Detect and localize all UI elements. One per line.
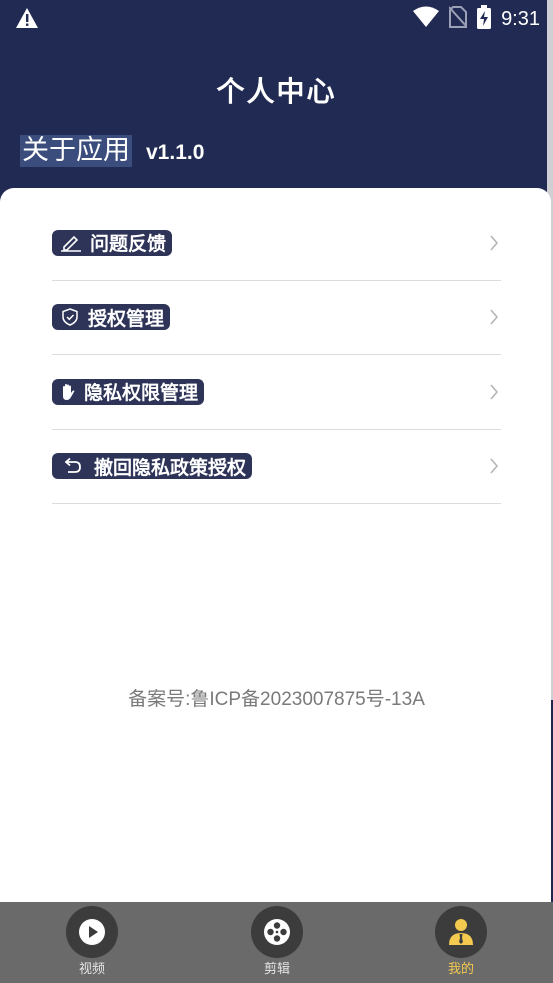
page-title: 个人中心: [216, 75, 337, 108]
tab-mine[interactable]: 我的: [369, 902, 553, 983]
about-app[interactable]: 关于应用 v1.1.0: [20, 135, 204, 167]
content-card: 问题反馈 授权管理 隐私权限管理 撤回隐私政策授权 备案号:鲁ICP备20230…: [0, 188, 551, 902]
tab-label: 我的: [447, 962, 474, 977]
tab-video[interactable]: 视频: [0, 902, 184, 983]
user-icon: [449, 919, 473, 945]
status-bar: 9:31: [0, 0, 553, 40]
menu-item-label: 问题反馈: [90, 233, 167, 256]
shield-icon: [62, 308, 78, 327]
about-app-label[interactable]: 关于应用: [20, 135, 132, 167]
play-icon: [79, 919, 105, 945]
app-version: v1.1.0: [146, 141, 205, 164]
tab-icon-circle: [66, 906, 118, 958]
menu-item-pill: 授权管理: [52, 304, 171, 331]
battery-charging-icon: [477, 5, 492, 33]
menu-item-authorization[interactable]: 授权管理: [52, 281, 501, 355]
chevron-right-icon: [490, 384, 499, 400]
bottom-tab-bar: 视频 剪辑 我的: [0, 902, 553, 983]
tab-label: 剪辑: [263, 962, 290, 977]
hand-icon: [63, 383, 75, 400]
menu-item-label: 撤回隐私政策授权: [94, 456, 247, 479]
undo-icon: [64, 458, 81, 474]
menu-item-label: 授权管理: [88, 307, 165, 330]
menu-item-pill: 撤回隐私政策授权: [52, 453, 253, 480]
tab-icon-circle: [435, 906, 487, 958]
menu-item-pill: 隐私权限管理: [52, 378, 205, 405]
icp-record-number[interactable]: 备案号:鲁ICP备2023007875号-13A: [0, 684, 553, 711]
wifi-icon: [413, 6, 440, 32]
menu-item-privacy-permissions[interactable]: 隐私权限管理: [52, 355, 501, 430]
menu-item-pill: 问题反馈: [52, 229, 173, 256]
edit-icon: [61, 235, 81, 252]
chevron-right-icon: [490, 309, 499, 325]
tab-icon-circle: [251, 906, 303, 958]
tab-label: 视频: [78, 962, 105, 977]
menu-item-revoke-privacy-policy[interactable]: 撤回隐私政策授权: [52, 430, 501, 504]
chevron-right-icon: [490, 458, 499, 474]
film-reel-icon: [264, 919, 290, 945]
tab-edit[interactable]: 剪辑: [185, 902, 369, 983]
chevron-right-icon: [490, 235, 499, 251]
menu-item-label: 隐私权限管理: [84, 382, 199, 405]
warning-icon: [15, 7, 39, 33]
clock: 9:31: [501, 7, 540, 30]
menu-item-feedback[interactable]: 问题反馈: [52, 206, 501, 281]
no-sim-icon: [448, 6, 468, 32]
settings-menu: 问题反馈 授权管理 隐私权限管理 撤回隐私政策授权: [52, 206, 501, 504]
